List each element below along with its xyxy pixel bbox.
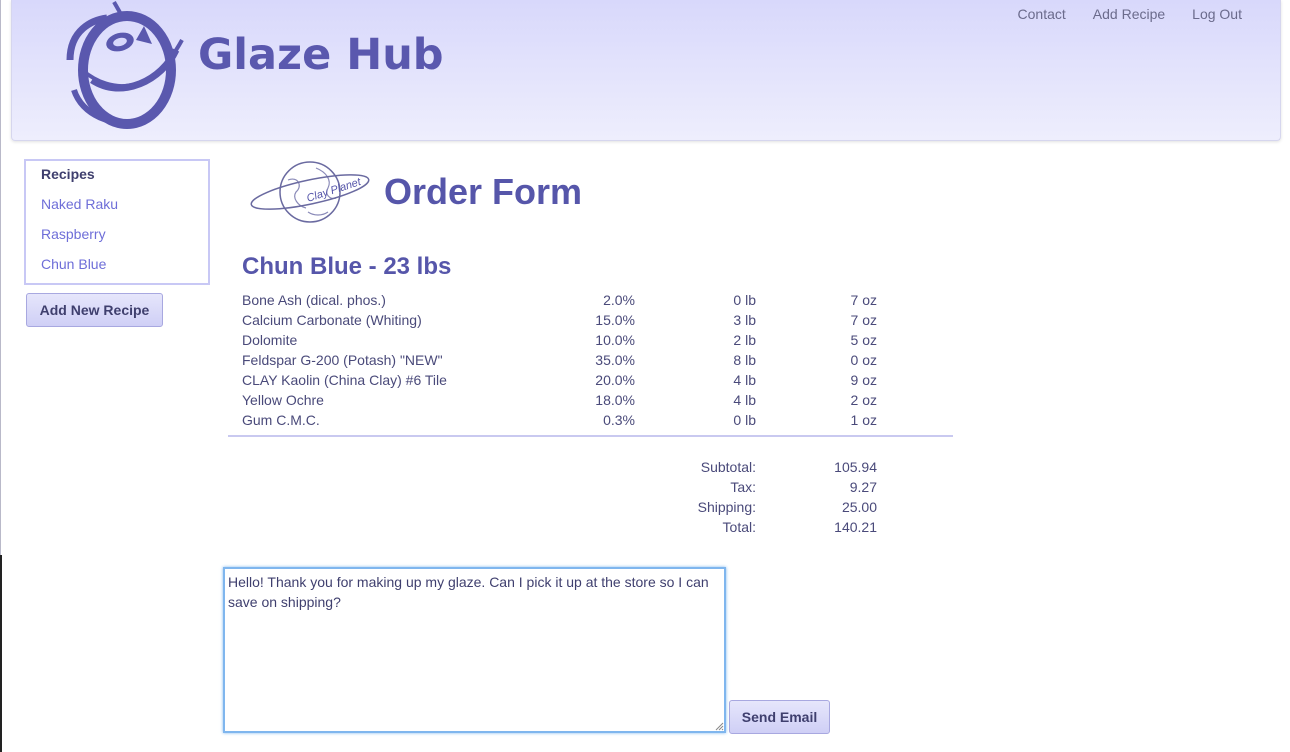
site-header: Glaze Hub Contact Add Recipe Log Out [11, 0, 1281, 141]
sidebar-item-raspberry[interactable]: Raspberry [41, 226, 106, 242]
ingredient-row: Calcium Carbonate (Whiting) 15.0% 3 lb 7… [242, 312, 882, 332]
window-edge-shadow [0, 555, 2, 752]
resize-grip-icon[interactable] [714, 721, 724, 731]
ingredient-name: Feldspar G-200 (Potash) "NEW" [242, 352, 443, 368]
ingredient-percent: 10.0% [595, 332, 635, 348]
subtotal-row: Subtotal: 105.94 [600, 459, 882, 479]
total-value: 9.27 [849, 479, 877, 495]
sidebar-item-naked-raku[interactable]: Naked Raku [41, 196, 118, 212]
sidebar-item-chun-blue[interactable]: Chun Blue [41, 256, 106, 272]
ingredient-name: Gum C.M.C. [242, 412, 320, 428]
email-message-textarea[interactable]: Hello! Thank you for making up my glaze.… [223, 567, 726, 733]
ingredient-percent: 20.0% [595, 372, 635, 388]
ingredient-percent: 35.0% [595, 352, 635, 368]
sidebar-title: Recipes [41, 166, 95, 182]
total-value: 25.00 [841, 499, 877, 515]
ingredient-name: Yellow Ochre [242, 392, 324, 408]
ingredient-ounces: 9 oz [850, 372, 877, 388]
brand-title: Glaze Hub [198, 30, 444, 80]
ingredient-row: Feldspar G-200 (Potash) "NEW" 35.0% 8 lb… [242, 352, 882, 372]
ingredient-ounces: 2 oz [850, 392, 877, 408]
ingredient-ounces: 5 oz [850, 332, 877, 348]
ingredient-ounces: 1 oz [850, 412, 877, 428]
divider [228, 435, 953, 437]
ingredient-name: CLAY Kaolin (China Clay) #6 Tile [242, 372, 447, 388]
ingredient-name: Bone Ash (dical. phos.) [242, 292, 386, 308]
ingredient-row: Gum C.M.C. 0.3% 0 lb 1 oz [242, 412, 882, 432]
ingredient-pounds: 3 lb [733, 312, 756, 328]
nav-log-out-link[interactable]: Log Out [1165, 6, 1242, 22]
tax-row: Tax: 9.27 [600, 479, 882, 499]
nav-contact-link[interactable]: Contact [991, 6, 1066, 22]
nav-add-recipe-link[interactable]: Add Recipe [1066, 6, 1165, 22]
ingredient-name: Calcium Carbonate (Whiting) [242, 312, 422, 328]
recipes-sidebar: Recipes Naked Raku Raspberry Chun Blue [24, 159, 210, 285]
ingredient-pounds: 8 lb [733, 352, 756, 368]
ingredient-pounds: 2 lb [733, 332, 756, 348]
send-email-button[interactable]: Send Email [729, 700, 830, 734]
ingredient-pounds: 4 lb [733, 392, 756, 408]
ingredient-ounces: 0 oz [850, 352, 877, 368]
total-row: Total: 140.21 [600, 519, 882, 539]
ingredient-percent: 18.0% [595, 392, 635, 408]
top-nav: Contact Add Recipe Log Out [991, 6, 1242, 22]
total-label: Tax: [730, 479, 756, 495]
ingredient-row: CLAY Kaolin (China Clay) #6 Tile 20.0% 4… [242, 372, 882, 392]
ingredient-row: Yellow Ochre 18.0% 4 lb 2 oz [242, 392, 882, 412]
ingredient-percent: 2.0% [603, 292, 635, 308]
ingredient-percent: 15.0% [595, 312, 635, 328]
total-value: 105.94 [834, 459, 877, 475]
total-label: Subtotal: [700, 459, 756, 475]
clay-planet-logo-icon: Clay Planet [250, 161, 370, 223]
total-value: 140.21 [834, 519, 877, 535]
ingredient-ounces: 7 oz [850, 292, 877, 308]
ingredient-pounds: 0 lb [733, 412, 756, 428]
ingredient-name: Dolomite [242, 332, 298, 348]
total-label: Shipping: [697, 499, 756, 515]
recipe-heading: Chun Blue - 23 lbs [242, 253, 452, 280]
ingredient-percent: 0.3% [603, 412, 635, 428]
ingredient-row: Dolomite 10.0% 2 lb 5 oz [242, 332, 882, 352]
glaze-hub-logo-icon[interactable] [52, 0, 192, 132]
shipping-row: Shipping: 25.00 [600, 499, 882, 519]
ingredient-pounds: 4 lb [733, 372, 756, 388]
add-new-recipe-button[interactable]: Add New Recipe [26, 293, 163, 327]
ingredient-pounds: 0 lb [733, 292, 756, 308]
ingredient-row: Bone Ash (dical. phos.) 2.0% 0 lb 7 oz [242, 292, 882, 312]
total-label: Total: [722, 519, 756, 535]
page-title: Order Form [384, 171, 583, 212]
ingredient-ounces: 7 oz [850, 312, 877, 328]
